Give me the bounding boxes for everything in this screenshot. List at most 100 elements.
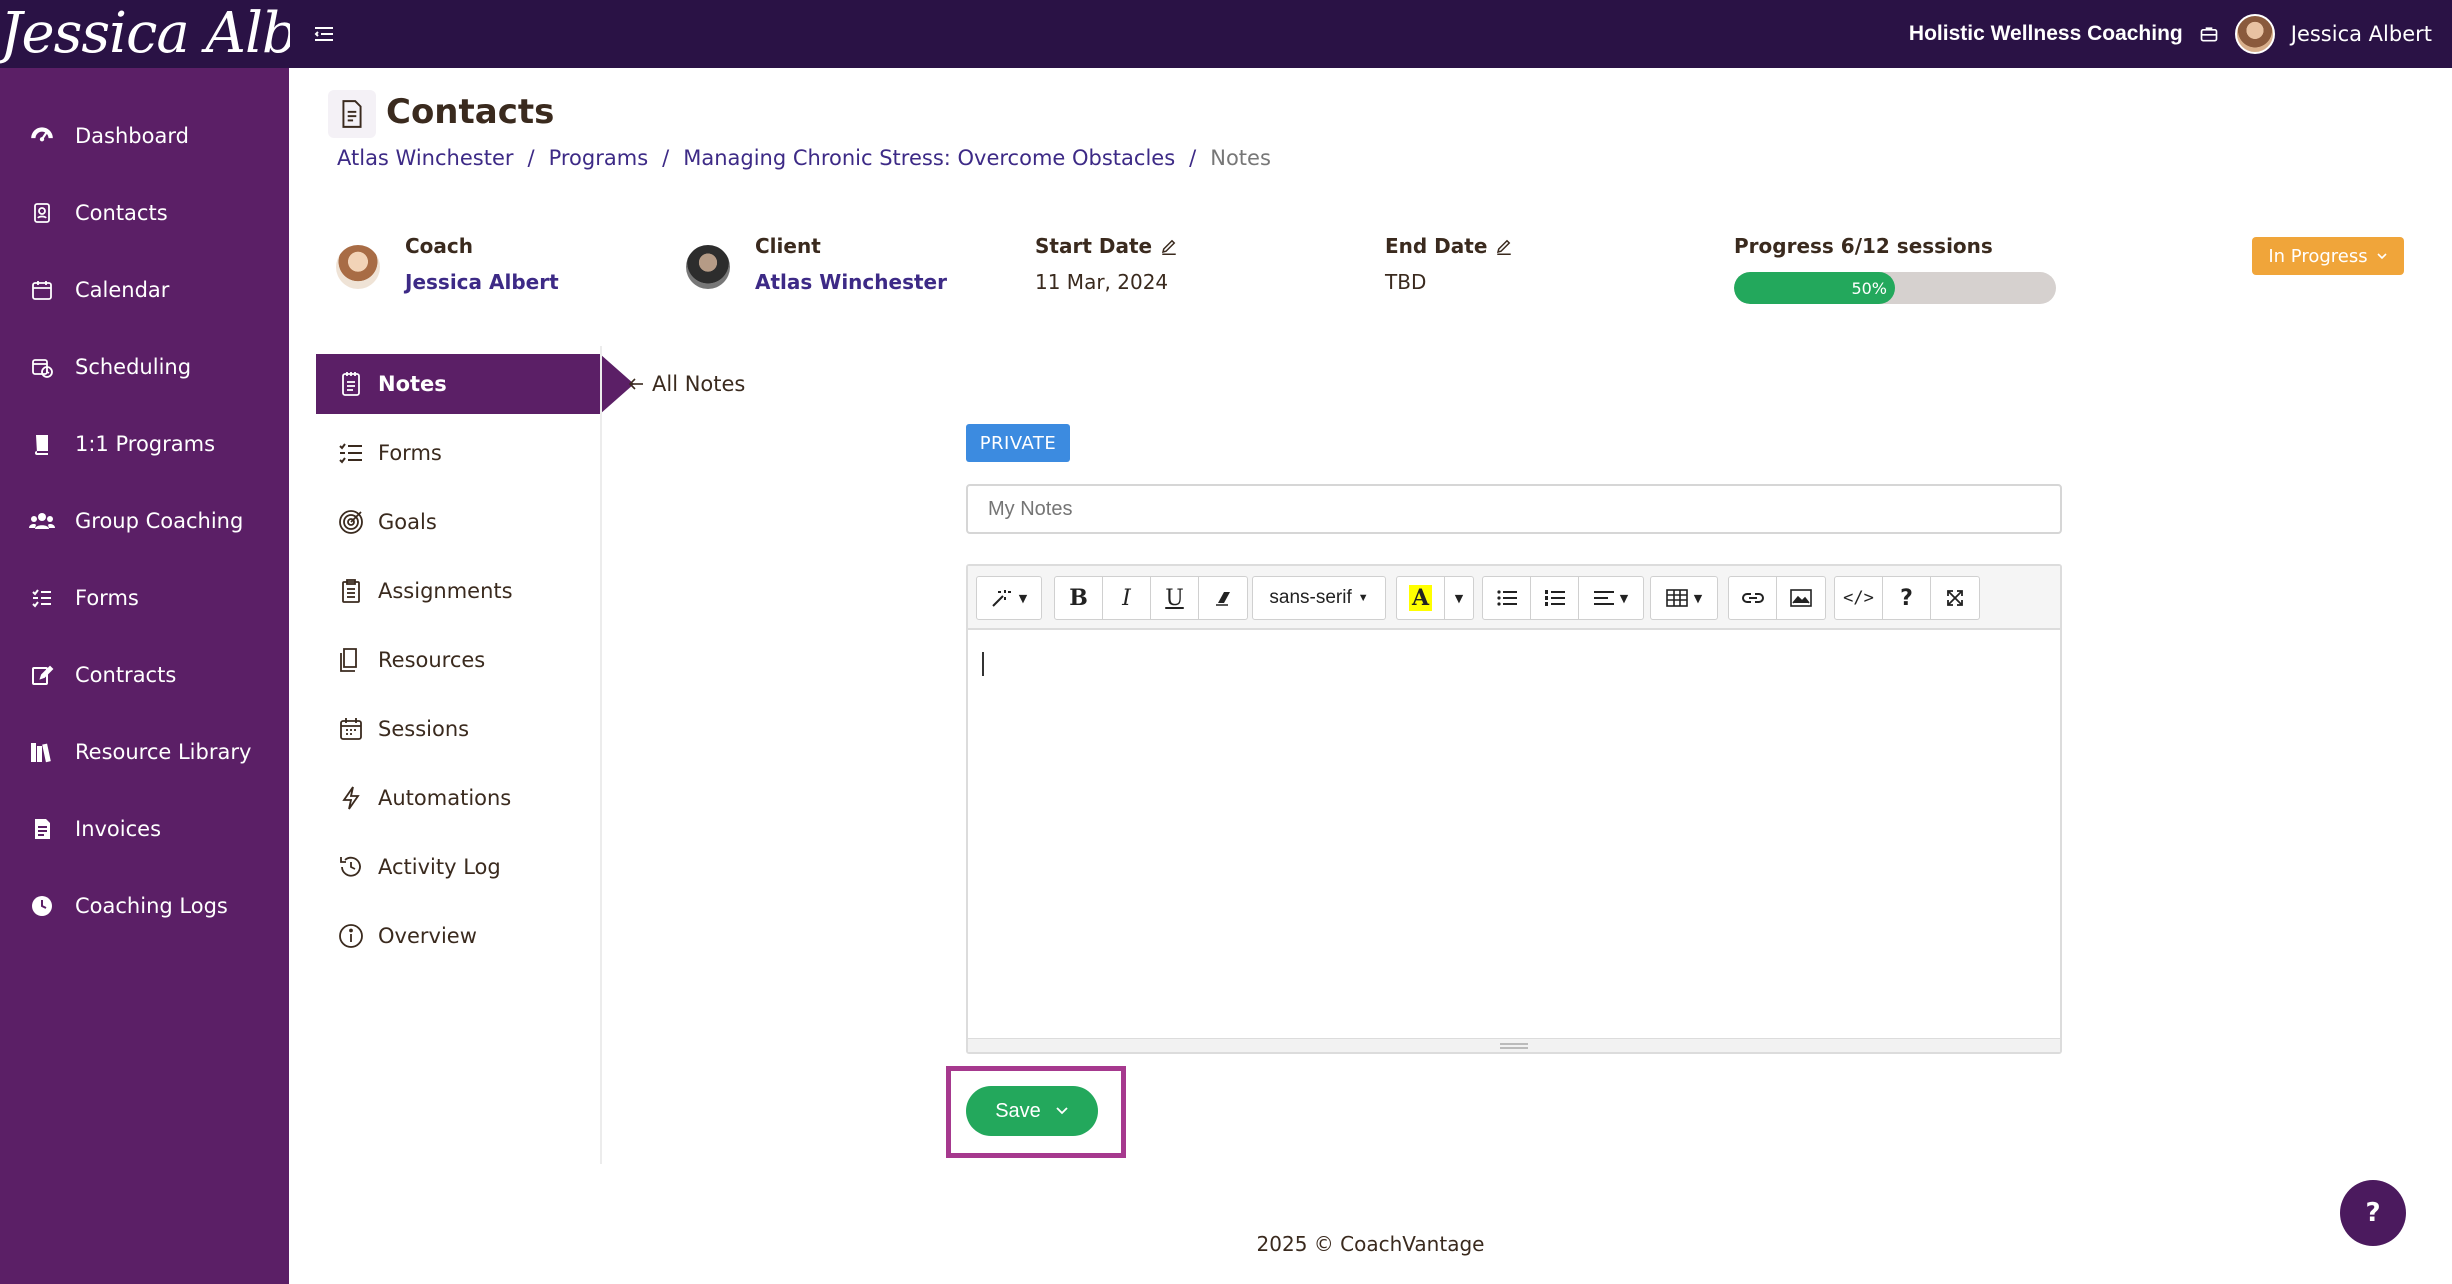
subnav-label: Assignments xyxy=(378,579,513,603)
text-color-button[interactable]: A xyxy=(1397,577,1445,619)
subnav-sessions[interactable]: Sessions xyxy=(316,699,600,759)
scheduling-icon xyxy=(28,353,56,381)
start-date-label-row: Start Date xyxy=(1035,234,1178,258)
target-icon xyxy=(336,507,366,537)
briefcase-icon[interactable] xyxy=(2199,24,2219,44)
business-name[interactable]: Holistic Wellness Coaching xyxy=(1909,22,2183,46)
table-button[interactable]: ▼ xyxy=(1651,577,1717,619)
user-avatar[interactable] xyxy=(2234,14,2275,54)
breadcrumb-client[interactable]: Atlas Winchester xyxy=(337,146,514,170)
breadcrumb-programs[interactable]: Programs xyxy=(549,146,649,170)
page-title: Contacts xyxy=(386,92,555,132)
image-button[interactable] xyxy=(1777,577,1825,619)
underline-button[interactable]: U xyxy=(1151,577,1199,619)
sidebar-item-programs[interactable]: 1:1 Programs xyxy=(0,416,289,472)
color-group: A ▼ xyxy=(1396,576,1474,620)
eraser-icon xyxy=(1216,592,1230,606)
editor-content-area[interactable] xyxy=(968,630,2060,1040)
sidebar-item-resource-library[interactable]: Resource Library xyxy=(0,724,289,780)
magic-style-button[interactable]: ▼ xyxy=(977,577,1041,619)
private-toggle[interactable]: PRIVATE xyxy=(966,424,1070,462)
font-family-select[interactable]: sans-serif ▼ xyxy=(1253,577,1385,619)
sidebar-item-label: Scheduling xyxy=(75,355,192,379)
save-button[interactable]: Save xyxy=(966,1086,1098,1136)
subnav-forms[interactable]: Forms xyxy=(316,423,600,483)
start-date-info: Start Date 11 Mar, 2024 xyxy=(1035,234,1178,294)
sidebar-item-label: Calendar xyxy=(75,278,170,302)
edit-start-date-icon[interactable] xyxy=(1160,237,1178,255)
sidebar-item-label: Contracts xyxy=(75,663,177,687)
help-chat-button[interactable]: ? xyxy=(2340,1180,2406,1246)
subnav-automations[interactable]: Automations xyxy=(316,768,600,828)
all-notes-back-link[interactable]: All Notes xyxy=(628,372,745,396)
subnav-resources[interactable]: Resources xyxy=(316,630,600,690)
sidebar-item-coaching-logs[interactable]: Coaching Logs xyxy=(0,878,289,934)
fullscreen-button[interactable] xyxy=(1931,577,1979,619)
document-icon xyxy=(328,90,376,138)
user-name[interactable]: Jessica Albert xyxy=(2291,22,2432,46)
client-name-link[interactable]: Atlas Winchester xyxy=(755,270,947,294)
subnav-notes[interactable]: Notes xyxy=(316,354,634,414)
status-dropdown[interactable]: In Progress xyxy=(2252,237,2404,275)
subnav-activity-log[interactable]: Activity Log xyxy=(316,837,600,897)
end-date-info: End Date TBD xyxy=(1385,234,1513,294)
eraser-button[interactable] xyxy=(1199,577,1247,619)
magic-wand-icon xyxy=(992,590,1011,607)
link-button[interactable] xyxy=(1729,577,1777,619)
note-title-input[interactable] xyxy=(966,484,2062,534)
subnav-assignments[interactable]: Assignments xyxy=(316,561,600,621)
view-group: </> ? xyxy=(1834,576,1980,620)
sidebar-item-label: Resource Library xyxy=(75,740,252,764)
subnav-goals[interactable]: Goals xyxy=(316,492,600,552)
start-date-label: Start Date xyxy=(1035,234,1153,258)
bullet-list-button[interactable] xyxy=(1483,577,1531,619)
calendar-icon xyxy=(336,714,366,744)
italic-button[interactable]: I xyxy=(1103,577,1151,619)
align-button[interactable]: ▼ xyxy=(1579,577,1643,619)
sidebar-item-dashboard[interactable]: Dashboard xyxy=(0,108,289,164)
editor-toolbar: ▼ B I U sans-serif ▼ A ▼ ▼ ▼ </> ? xyxy=(968,566,2060,630)
footer-copyright: 2025 © CoachVantage xyxy=(1256,1232,1485,1256)
sidebar-item-forms[interactable]: Forms xyxy=(0,570,289,626)
breadcrumb-program[interactable]: Managing Chronic Stress: Overcome Obstac… xyxy=(683,146,1175,170)
text-cursor xyxy=(982,652,984,676)
bold-button[interactable]: B xyxy=(1055,577,1103,619)
sidebar-item-label: Contacts xyxy=(75,201,168,225)
sidebar-item-label: Forms xyxy=(75,586,139,610)
edit-end-date-icon[interactable] xyxy=(1495,237,1513,255)
sidebar-item-calendar[interactable]: Calendar xyxy=(0,262,289,318)
subnav-label: Resources xyxy=(378,648,486,672)
all-notes-label: All Notes xyxy=(652,372,746,396)
numbered-list-button[interactable] xyxy=(1531,577,1579,619)
align-left-icon xyxy=(1593,591,1614,605)
help-button[interactable]: ? xyxy=(1883,577,1931,619)
insert-group xyxy=(1728,576,1826,620)
breadcrumb-separator: / xyxy=(662,146,670,170)
sidebar-item-group-coaching[interactable]: Group Coaching xyxy=(0,493,289,549)
subnav-label: Sessions xyxy=(378,717,470,741)
subnav-overview[interactable]: Overview xyxy=(316,906,600,966)
sidebar-item-contracts[interactable]: Contracts xyxy=(0,647,289,703)
color-dropdown-button[interactable]: ▼ xyxy=(1445,577,1473,619)
table-group: ▼ xyxy=(1650,576,1718,620)
question-icon: ? xyxy=(1900,585,1913,611)
sidebar-item-label: Invoices xyxy=(75,817,162,841)
notes-icon xyxy=(336,369,366,399)
menu-toggle-icon[interactable] xyxy=(312,22,336,46)
end-date-label-row: End Date xyxy=(1385,234,1513,258)
subnav-label: Forms xyxy=(378,441,442,465)
sidebar-item-label: Dashboard xyxy=(75,124,189,148)
dashboard-icon xyxy=(28,122,56,150)
sidebar-item-contacts[interactable]: Contacts xyxy=(0,185,289,241)
clock-icon xyxy=(28,892,56,920)
sidebar-item-scheduling[interactable]: Scheduling xyxy=(0,339,289,395)
brand-logo[interactable]: Jessica Albert xyxy=(0,0,290,72)
editor-resize-handle[interactable] xyxy=(968,1038,2060,1052)
arrow-left-icon xyxy=(628,378,643,390)
document-icon xyxy=(336,645,366,675)
code-view-button[interactable]: </> xyxy=(1835,577,1883,619)
sidebar-item-invoices[interactable]: Invoices xyxy=(0,801,289,857)
save-label: Save xyxy=(995,1099,1041,1122)
top-bar: Jessica Albert Holistic Wellness Coachin… xyxy=(0,0,2452,68)
coach-name-link[interactable]: Jessica Albert xyxy=(405,270,559,294)
